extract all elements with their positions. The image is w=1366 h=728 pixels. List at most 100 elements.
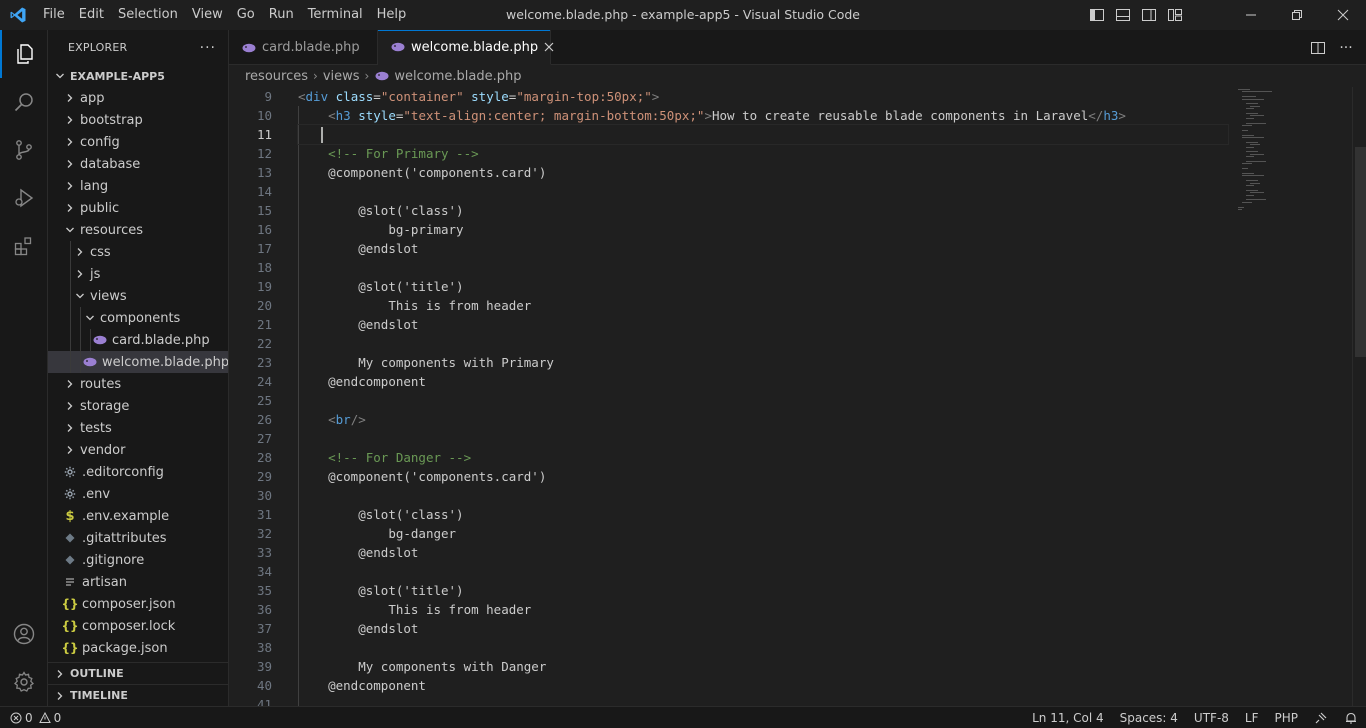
menu-file[interactable]: File	[36, 0, 72, 30]
customize-layout-icon[interactable]	[1162, 0, 1188, 30]
gear-icon	[62, 486, 78, 502]
breadcrumb-views[interactable]: views	[323, 69, 360, 84]
tree-item-label: package.json	[82, 640, 168, 656]
tree-item-label: composer.lock	[82, 618, 176, 634]
minimap-line	[1242, 125, 1252, 126]
minimap[interactable]	[1232, 87, 1352, 706]
minimap-line	[1246, 189, 1258, 191]
toggle-panel-icon[interactable]	[1110, 0, 1136, 30]
scroll-thumb[interactable]	[1355, 147, 1366, 357]
indent-guide	[70, 329, 71, 351]
tree-item-label: composer.json	[82, 596, 176, 612]
tree-item-label: public	[80, 200, 120, 216]
run-debug-icon[interactable]	[0, 174, 48, 222]
explorer-icon[interactable]	[0, 30, 48, 78]
breadcrumb-file[interactable]: welcome.blade.php	[394, 69, 521, 84]
problems-indicator[interactable]: 0 0	[0, 707, 61, 728]
minimap-line	[1246, 194, 1254, 196]
chevron-right-icon	[62, 200, 78, 216]
more-actions-icon[interactable]: ···	[1332, 34, 1360, 62]
tree-item-storage[interactable]: storage	[48, 395, 228, 417]
breadcrumb-resources[interactable]: resources	[245, 69, 308, 84]
tree-item-artisan[interactable]: artisan	[48, 571, 228, 593]
tree-item-resources[interactable]: resources	[48, 219, 228, 241]
tree-item-vendor[interactable]: vendor	[48, 439, 228, 461]
file-tree: app bootstrap config database lang public reso…	[48, 87, 228, 659]
tab-welcome-blade[interactable]: welcome.blade.php	[378, 30, 554, 65]
line-number: 37	[256, 621, 272, 636]
tree-item-gitattributes[interactable]: .gitattributes	[48, 527, 228, 549]
editor-tabs: card.blade.php welcome.blade.php ···	[229, 30, 1366, 65]
accounts-icon[interactable]	[0, 610, 48, 658]
encoding[interactable]: UTF-8	[1186, 707, 1237, 728]
cursor-position[interactable]: Ln 11, Col 4	[1024, 707, 1112, 728]
menu-selection[interactable]: Selection	[111, 0, 185, 30]
tree-item-tests[interactable]: tests	[48, 417, 228, 439]
tab-card-blade[interactable]: card.blade.php	[229, 30, 378, 65]
tab-label: card.blade.php	[262, 40, 360, 55]
minimize-button[interactable]	[1228, 0, 1274, 30]
tree-item-gitignore[interactable]: .gitignore	[48, 549, 228, 571]
tree-item-package-json[interactable]: {} package.json	[48, 637, 228, 659]
tree-item-welcome-blade[interactable]: welcome.blade.php	[48, 351, 228, 373]
code-area[interactable]: <div class="container" style="margin-top…	[297, 87, 1229, 706]
tree-item-components[interactable]: components	[48, 307, 228, 329]
tree-item-public[interactable]: public	[48, 197, 228, 219]
code-line-35: @slot('title')	[358, 583, 464, 598]
close-window-button[interactable]	[1320, 0, 1366, 30]
notifications-bell-icon[interactable]	[1336, 707, 1366, 728]
restore-button[interactable]	[1274, 0, 1320, 30]
language-mode[interactable]: PHP	[1267, 707, 1307, 728]
tree-item-env-example[interactable]: $ .env.example	[48, 505, 228, 527]
menu-go[interactable]: Go	[230, 0, 262, 30]
menu-help[interactable]: Help	[370, 0, 414, 30]
source-control-icon[interactable]	[0, 126, 48, 174]
minimap-line	[1246, 199, 1266, 201]
code-line-19: @slot('title')	[358, 279, 464, 294]
code-line-28: <!-- For Danger -->	[328, 450, 472, 465]
search-icon[interactable]	[0, 78, 48, 126]
feedback-icon[interactable]	[1306, 707, 1336, 728]
tree-item-database[interactable]: database	[48, 153, 228, 175]
workspace-root[interactable]: EXAMPLE-APP5	[48, 65, 228, 87]
close-icon[interactable]	[544, 38, 554, 56]
menu-view[interactable]: View	[185, 0, 230, 30]
end-of-line[interactable]: LF	[1237, 707, 1267, 728]
split-editor-icon[interactable]	[1304, 34, 1332, 62]
tree-item-config[interactable]: config	[48, 131, 228, 153]
outline-section[interactable]: OUTLINE	[48, 662, 228, 684]
chevron-right-icon	[52, 666, 68, 682]
tree-item-env[interactable]: .env	[48, 483, 228, 505]
toggle-secondary-sidebar-icon[interactable]	[1136, 0, 1162, 30]
tree-item-js[interactable]: js	[48, 263, 228, 285]
explorer-sidebar: EXPLORER ··· EXAMPLE-APP5 app bootstrap co…	[48, 30, 229, 706]
toggle-primary-sidebar-icon[interactable]	[1084, 0, 1110, 30]
tree-item-editorconfig[interactable]: .editorconfig	[48, 461, 228, 483]
tree-item-composer-json[interactable]: {} composer.json	[48, 593, 228, 615]
minimap-line	[1242, 96, 1256, 98]
more-actions-icon[interactable]: ···	[200, 40, 216, 56]
line-number: 28	[256, 450, 272, 465]
tree-item-bootstrap[interactable]: bootstrap	[48, 109, 228, 131]
tree-item-app[interactable]: app	[48, 87, 228, 109]
menu-terminal[interactable]: Terminal	[301, 0, 370, 30]
manage-gear-icon[interactable]	[0, 658, 48, 706]
tree-item-lang[interactable]: lang	[48, 175, 228, 197]
code-editor[interactable]: 9 10 11 12 13 14 15 16 17 18 19 20 21 22 23 24 25 26 27 28 2…	[229, 87, 1366, 706]
tree-item-views[interactable]: views	[48, 285, 228, 307]
indentation[interactable]: Spaces: 4	[1112, 707, 1186, 728]
menu-edit[interactable]: Edit	[72, 0, 111, 30]
tree-item-css[interactable]: css	[48, 241, 228, 263]
extensions-icon[interactable]	[0, 222, 48, 270]
status-bar: 0 0 Ln 11, Col 4 Spaces: 4 UTF-8 LF PHP	[0, 706, 1366, 728]
tree-item-routes[interactable]: routes	[48, 373, 228, 395]
vertical-scrollbar[interactable]	[1352, 87, 1366, 706]
menu-run[interactable]: Run	[262, 0, 301, 30]
tree-item-composer-lock[interactable]: {} composer.lock	[48, 615, 228, 637]
tree-item-card-blade[interactable]: card.blade.php	[48, 329, 228, 351]
timeline-section[interactable]: TIMELINE	[48, 684, 228, 706]
warning-icon	[38, 711, 51, 724]
tree-item-label: .gitattributes	[82, 530, 167, 546]
